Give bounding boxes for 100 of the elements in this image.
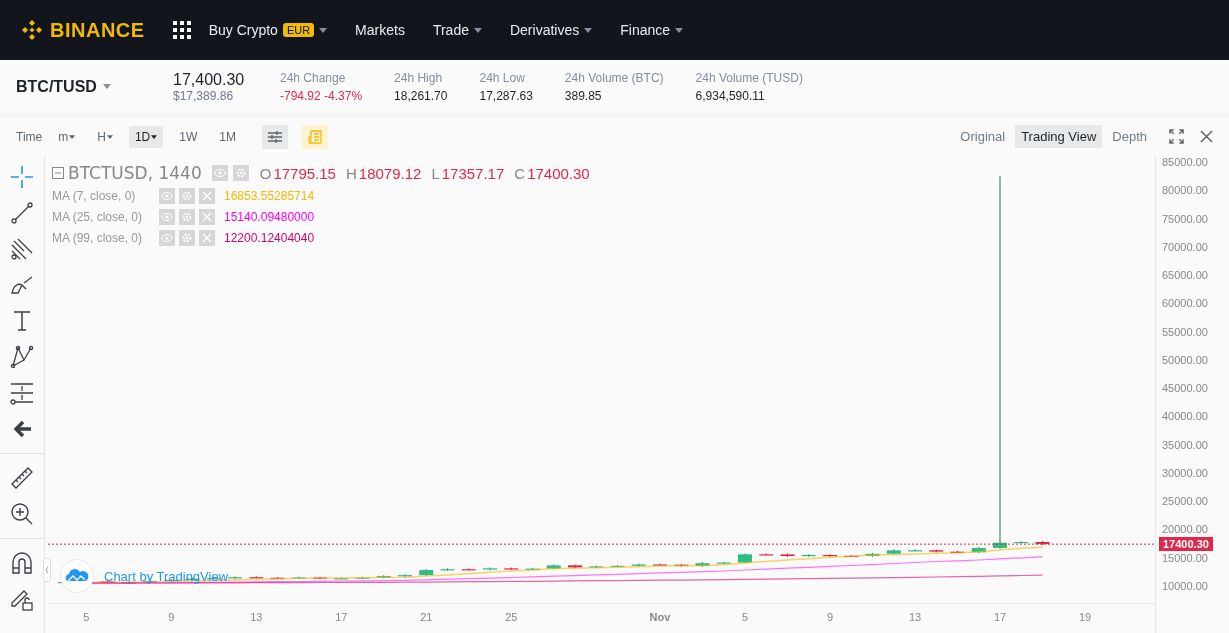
candlestick (525, 567, 540, 571)
interval-button[interactable]: m (52, 125, 82, 148)
nav-menu-item[interactable]: Buy Crypto EUR (208, 22, 328, 38)
candlestick (653, 563, 667, 566)
indicator-value: 12200.12404040 (224, 231, 315, 245)
candlestick (355, 576, 370, 580)
cloud-logo-icon[interactable] (60, 559, 94, 593)
x-axis-label: 5 (83, 611, 90, 623)
ohlc-letter: L (431, 164, 440, 182)
x-axis-label: 9 (168, 611, 175, 623)
candlestick (1014, 540, 1029, 544)
candlestick (823, 553, 837, 558)
y-axis-label: 25000.00 (1161, 494, 1208, 509)
time-label: Time (16, 129, 43, 144)
x-axis-label: 5 (741, 611, 749, 623)
y-axis-label: 45000.00 (1161, 381, 1208, 396)
candlestick (801, 553, 816, 558)
candlestick (483, 567, 497, 571)
y-axis-label: 20000.00 (1161, 522, 1208, 537)
indicator-settings-button[interactable] (261, 124, 288, 149)
candlestick (610, 564, 625, 568)
nav-menu-item[interactable]: Derivatives (509, 22, 593, 38)
currency-badge: EUR (282, 23, 315, 37)
x-axis-label: 13 (908, 611, 922, 623)
candlestick (716, 561, 731, 565)
ohlc-value: 18079.12 (358, 164, 422, 182)
pattern-icon[interactable] (10, 345, 34, 369)
sliders-icon (266, 128, 283, 145)
y-axis-label: 30000.00 (1161, 465, 1208, 480)
crosshair-icon[interactable] (10, 165, 34, 189)
diamond-logo-icon (20, 18, 44, 42)
candlestick (929, 548, 944, 553)
ohlc-letter: O (259, 164, 272, 182)
magnet-icon[interactable] (10, 551, 34, 575)
candlestick (376, 574, 391, 579)
candlestick (100, 580, 115, 584)
y-axis-label: 55000.00 (1161, 324, 1208, 339)
collapse-icon[interactable] (52, 167, 64, 179)
ohlc-letter: H (345, 164, 357, 182)
candlestick (270, 576, 285, 580)
ohlc-value: 17795.15 (273, 164, 336, 182)
ohlc-letter: C (514, 164, 526, 182)
candlestick (249, 575, 264, 580)
candlestick (291, 576, 306, 580)
brand-logo-text[interactable]: BINANCE (50, 18, 145, 42)
x-axis-label: 21 (420, 611, 433, 623)
app-grid-icon[interactable] (172, 21, 191, 39)
stat-value: 389.85 (564, 88, 603, 103)
stat-value: 18,261.70 (394, 88, 448, 103)
candlestick (206, 576, 221, 580)
candlestick (674, 563, 689, 568)
y-axis-label: 65000.00 (1161, 268, 1208, 283)
x-axis-label: 25 (505, 611, 518, 623)
x-axis-label: 9 (826, 611, 834, 623)
candlestick (504, 567, 519, 571)
document-icon (306, 128, 323, 145)
view-tab[interactable]: Trading View (1015, 125, 1103, 148)
y-axis-label: 35000.00 (1161, 437, 1208, 452)
y-axis-label: 75000.00 (1161, 211, 1208, 226)
caret-icon (102, 84, 111, 89)
nav-menu-item[interactable]: Markets (355, 22, 405, 38)
y-axis-label: 80000.00 (1161, 183, 1208, 198)
candlestick (398, 573, 412, 578)
zoom-in-icon[interactable] (10, 502, 34, 526)
stat-value: 17,287.63 (479, 88, 533, 103)
indicator-name: MA (7, close, 0) (52, 189, 137, 203)
candlestick (780, 553, 795, 558)
x-axis-label: 13 (250, 611, 263, 623)
last-price-tag: 17400.30 (1159, 537, 1213, 552)
indicator-value: 16853.55285714 (224, 189, 315, 203)
y-axis-label: 70000.00 (1161, 239, 1208, 254)
y-axis-label: 40000.00 (1161, 409, 1208, 424)
close-icon[interactable] (1200, 130, 1213, 143)
interval-button[interactable]: 1M (213, 125, 242, 148)
stat-label: 24h Change (280, 70, 347, 85)
nav-menu-item[interactable]: Trade (432, 22, 482, 38)
stat-value: -794.92 -4.37% (280, 88, 363, 103)
collapse-handle-icon[interactable] (43, 558, 51, 582)
interval-button[interactable]: 1W (173, 125, 204, 148)
usd-price: $17,389.86 (173, 88, 235, 103)
candlestick (334, 576, 349, 580)
candlestick (908, 548, 922, 552)
candlestick (695, 561, 710, 568)
fullscreen-icon[interactable] (1169, 129, 1184, 144)
interval-button[interactable]: H (91, 125, 119, 148)
fork-lines-icon[interactable] (10, 237, 34, 261)
nav-menu-item[interactable]: Finance (620, 22, 684, 38)
view-tab[interactable]: Depth (1106, 125, 1153, 148)
measure-lines-icon[interactable] (10, 381, 34, 405)
pair-selector[interactable]: BTC/TUSD (16, 77, 173, 96)
candlestick (631, 563, 646, 568)
trend-line-icon[interactable] (10, 201, 34, 225)
ruler-icon[interactable] (10, 466, 34, 490)
ohlc-value: 17400.30 (527, 164, 590, 182)
interval-button[interactable]: 1D (128, 125, 164, 148)
view-tab[interactable]: Original (954, 125, 1012, 148)
last-price: 17,400.30 (173, 70, 246, 89)
candlestick (738, 553, 752, 564)
ohlc-value: 17357.17 (441, 164, 505, 182)
candlestick (844, 554, 859, 558)
